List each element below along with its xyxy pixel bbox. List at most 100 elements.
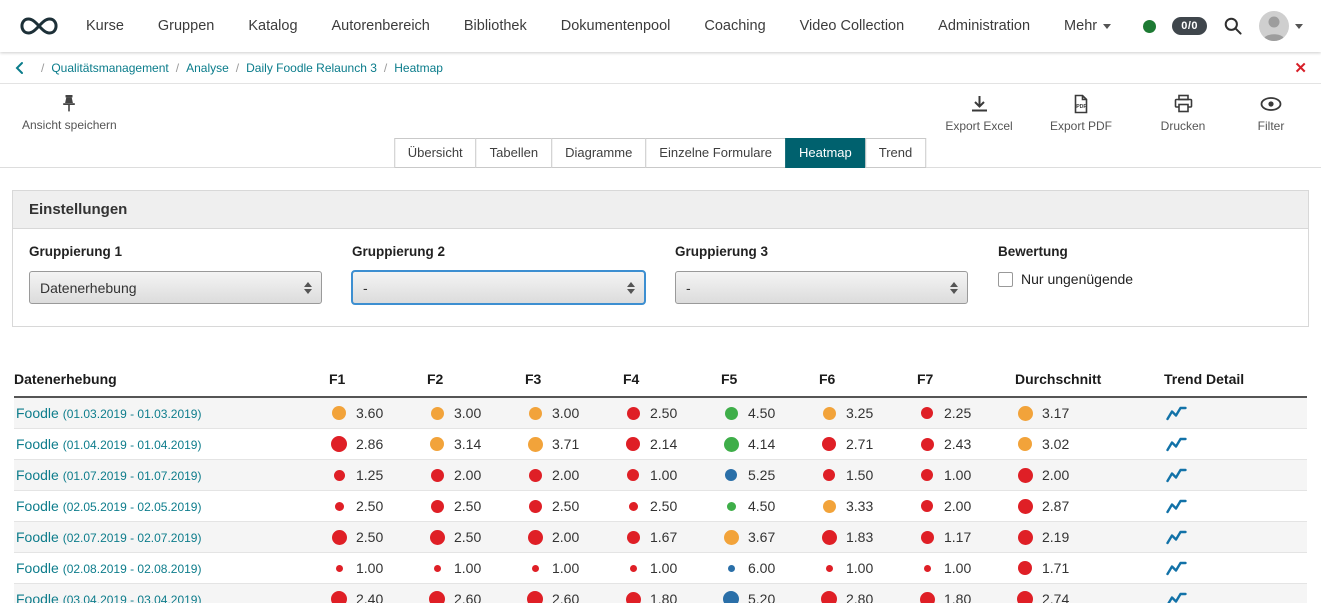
- filter-button[interactable]: Filter: [1243, 94, 1299, 167]
- score-value: 2.86: [356, 436, 383, 452]
- score-value: 2.80: [846, 591, 873, 603]
- print-button[interactable]: Drucken: [1141, 94, 1225, 167]
- score-dot: [528, 530, 543, 545]
- chevron-down-icon: [1103, 24, 1111, 29]
- close-icon[interactable]: ✕: [1294, 59, 1307, 77]
- foodle-link[interactable]: Foodle (01.03.2019 - 01.03.2019): [16, 405, 201, 421]
- tab-diagramme[interactable]: Diagramme: [551, 138, 646, 168]
- foodle-link[interactable]: Foodle (01.07.2019 - 01.07.2019): [16, 467, 201, 483]
- row-link-dates: (03.04.2019 - 03.04.2019): [63, 593, 202, 603]
- score-value: 1.00: [650, 560, 677, 576]
- nav-item-katalog[interactable]: Katalog: [248, 18, 297, 34]
- score-value: 1.00: [944, 560, 971, 576]
- export-excel-button[interactable]: Export Excel: [937, 94, 1021, 167]
- nav-item-video-collection[interactable]: Video Collection: [800, 18, 905, 34]
- score-value: 1.67: [650, 529, 677, 545]
- nav-item-mehr[interactable]: Mehr: [1064, 18, 1111, 34]
- score-dot: [336, 565, 343, 572]
- nav-item-dokumentenpool[interactable]: Dokumentenpool: [561, 18, 671, 34]
- search-icon[interactable]: [1223, 16, 1243, 36]
- foodle-link[interactable]: Foodle (02.05.2019 - 02.05.2019): [16, 498, 201, 514]
- score-dot: [823, 469, 835, 481]
- score-value: 2.50: [454, 498, 481, 514]
- score-cell-f5: 3.67: [721, 529, 819, 545]
- tab-trend[interactable]: Trend: [865, 138, 926, 168]
- grouping-1-select[interactable]: Datenerhebung: [29, 271, 322, 304]
- score-value: 2.00: [1042, 467, 1069, 483]
- nav-item-bibliothek[interactable]: Bibliothek: [464, 18, 527, 34]
- col-f1: F1: [329, 371, 427, 387]
- score-dot: [529, 500, 542, 513]
- score-value: 3.67: [748, 529, 775, 545]
- filter-eye-icon: [1259, 94, 1283, 114]
- foodle-link[interactable]: Foodle (03.04.2019 - 03.04.2019): [16, 591, 201, 603]
- trend-detail-button[interactable]: [1164, 498, 1307, 515]
- trend-chart-icon: [1166, 560, 1187, 577]
- foodle-link[interactable]: Foodle (02.08.2019 - 02.08.2019): [16, 560, 201, 576]
- score-dot: [725, 407, 738, 420]
- back-chevron-icon[interactable]: [14, 61, 24, 75]
- score-cell-f6: 1.00: [819, 560, 917, 576]
- breadcrumb: / Qualitätsmanagement / Analyse / Daily …: [0, 52, 1321, 84]
- nav-item-kurse[interactable]: Kurse: [86, 18, 124, 34]
- nav-item-autorenbereich[interactable]: Autorenbereich: [332, 18, 430, 34]
- user-menu[interactable]: [1259, 11, 1303, 41]
- grouping-3-select[interactable]: -: [675, 271, 968, 304]
- score-value: 4.50: [748, 405, 775, 421]
- score-value: 2.50: [454, 529, 481, 545]
- score-cell-f1: 2.50: [329, 498, 427, 514]
- breadcrumb-item-heatmap[interactable]: Heatmap: [394, 61, 443, 75]
- select-spinner-icon: [304, 282, 312, 294]
- score-value: 1.00: [356, 560, 383, 576]
- score-value: 2.50: [650, 405, 677, 421]
- breadcrumb-item-daily-foodle[interactable]: Daily Foodle Relaunch 3: [246, 61, 377, 75]
- grouping-2-select[interactable]: -: [352, 271, 645, 304]
- trend-detail-button[interactable]: [1164, 467, 1307, 484]
- trend-detail-button[interactable]: [1164, 405, 1307, 422]
- tab-tabellen[interactable]: Tabellen: [476, 138, 552, 168]
- score-dot: [1018, 437, 1032, 451]
- notification-counter-badge[interactable]: 0/0: [1172, 17, 1207, 35]
- nur-ungenuegende-checkbox[interactable]: [998, 272, 1013, 287]
- score-value: 3.00: [454, 405, 481, 421]
- breadcrumb-item-analyse[interactable]: Analyse: [186, 61, 229, 75]
- heatmap-table-body: Foodle (01.03.2019 - 01.03.2019) 3.60 3.0…: [14, 398, 1307, 603]
- score-cell-f4: 1.67: [623, 529, 721, 545]
- tab-uebersicht[interactable]: Übersicht: [394, 138, 477, 168]
- nav-item-coaching[interactable]: Coaching: [704, 18, 765, 34]
- save-view-button[interactable]: Ansicht speichern: [22, 94, 117, 167]
- trend-detail-button[interactable]: [1164, 436, 1307, 453]
- tab-heatmap[interactable]: Heatmap: [785, 138, 866, 168]
- score-value: 4.14: [748, 436, 775, 452]
- trend-detail-button[interactable]: [1164, 529, 1307, 546]
- score-cell-f1: 2.50: [329, 529, 427, 545]
- heatmap-table-header: Datenerhebung F1 F2 F3 F4 F5 F6 F7 Durch…: [14, 371, 1307, 398]
- score-value: 4.50: [748, 498, 775, 514]
- score-dot: [1018, 499, 1033, 514]
- nav-item-gruppen[interactable]: Gruppen: [158, 18, 214, 34]
- foodle-link[interactable]: Foodle (02.07.2019 - 02.07.2019): [16, 529, 201, 545]
- score-cell-f3: 1.00: [525, 560, 623, 576]
- grouping-3-label: Gruppierung 3: [675, 244, 998, 259]
- nur-ungenuegende-label: Nur ungenügende: [1021, 271, 1133, 287]
- col-f7: F7: [917, 371, 1015, 387]
- export-pdf-button[interactable]: PDF Export PDF: [1039, 94, 1123, 167]
- app-logo[interactable]: [18, 15, 60, 37]
- col-f6: F6: [819, 371, 917, 387]
- durchschnitt-cell: 3.02: [1015, 436, 1164, 452]
- col-datenerhebung: Datenerhebung: [14, 371, 329, 387]
- foodle-link[interactable]: Foodle (01.04.2019 - 01.04.2019): [16, 436, 201, 452]
- score-value: 2.43: [944, 436, 971, 452]
- score-dot: [630, 565, 637, 572]
- score-value: 3.60: [356, 405, 383, 421]
- tab-einzelne-formulare[interactable]: Einzelne Formulare: [645, 138, 786, 168]
- score-value: 5.20: [748, 591, 775, 603]
- score-value: 3.71: [552, 436, 579, 452]
- trend-detail-button[interactable]: [1164, 560, 1307, 577]
- score-cell-f5: 6.00: [721, 560, 819, 576]
- score-value: 1.00: [650, 467, 677, 483]
- breadcrumb-item-qualitaetsmanagement[interactable]: Qualitätsmanagement: [51, 61, 168, 75]
- col-f5: F5: [721, 371, 819, 387]
- trend-detail-button[interactable]: [1164, 591, 1307, 603]
- nav-item-administration[interactable]: Administration: [938, 18, 1030, 34]
